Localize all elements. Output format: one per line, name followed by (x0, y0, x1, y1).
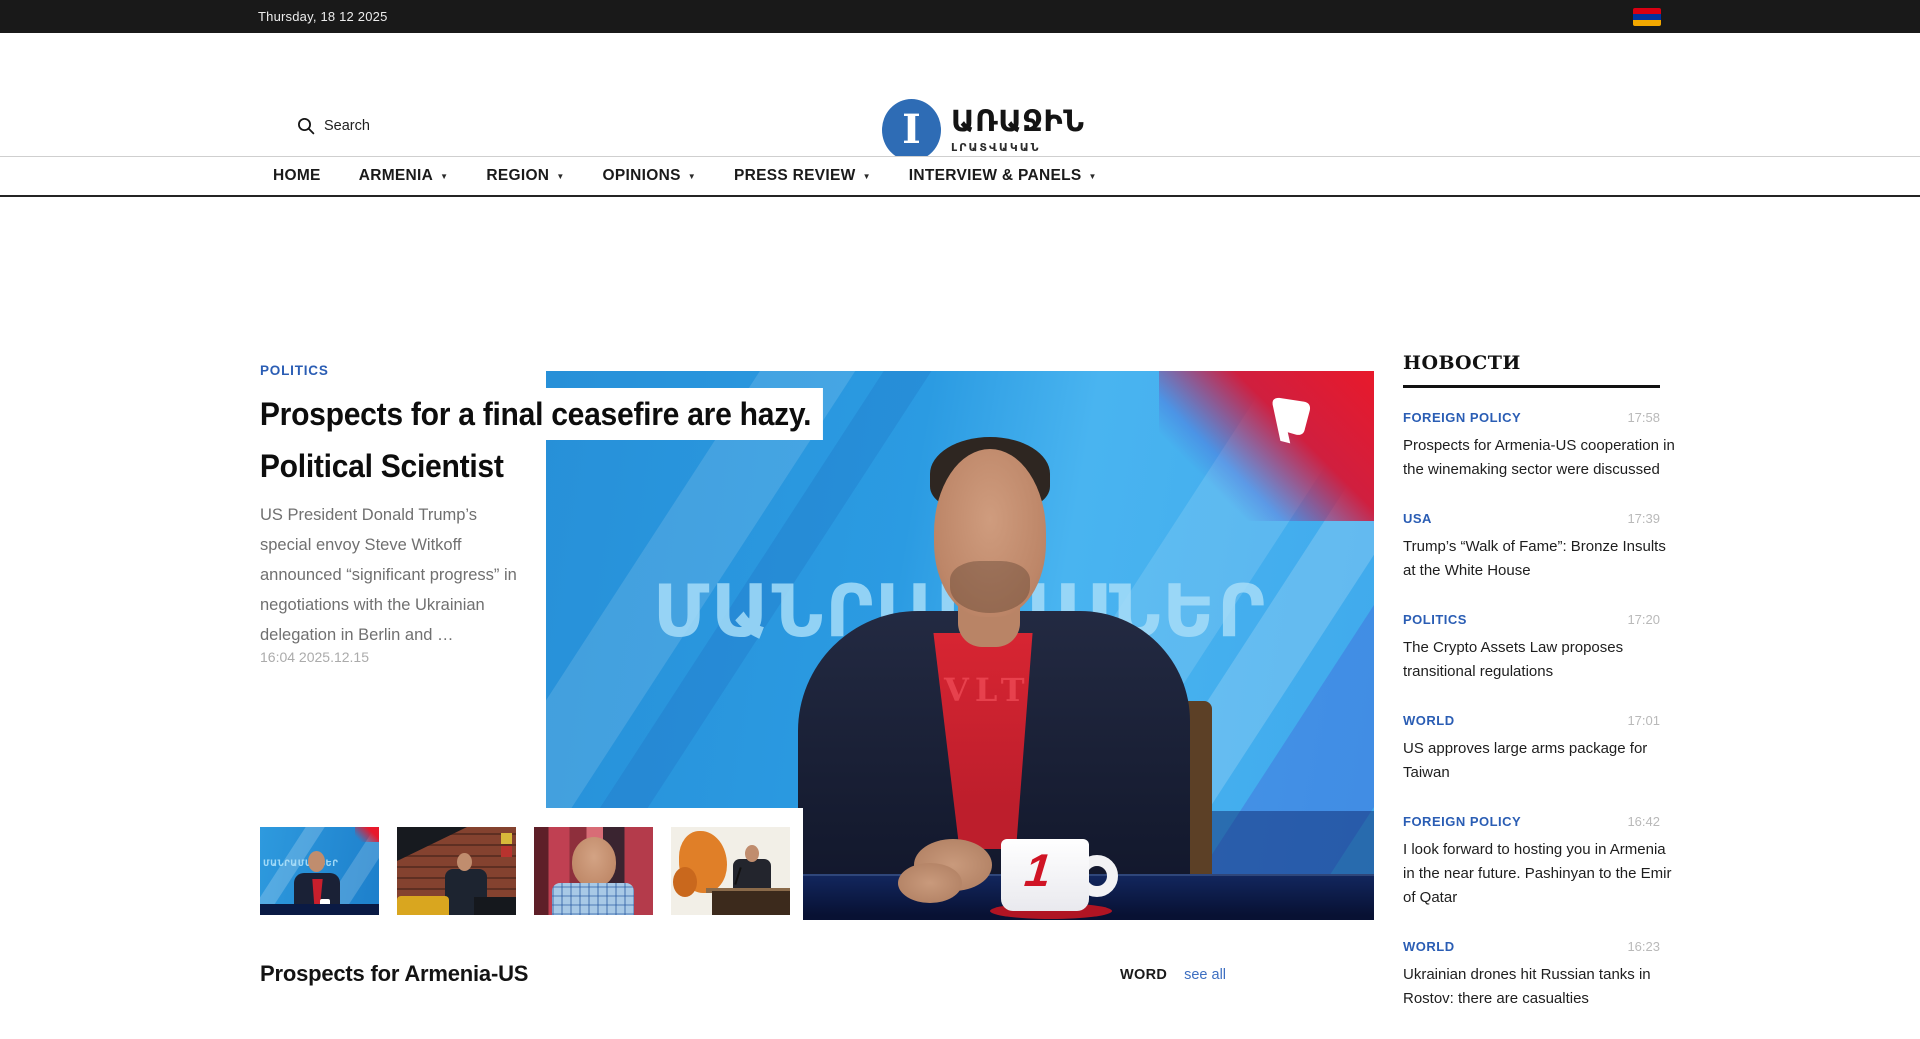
nav-label: INTERVIEW & PANELS (909, 167, 1082, 185)
hero-title[interactable]: Prospects for a final ceasefire are hazy… (258, 388, 859, 492)
nav-item-interview-panels[interactable]: INTERVIEW & PANELS ▼ (909, 167, 1097, 185)
news-item: FOREIGN POLICY 17:58 Prospects for Armen… (1403, 409, 1660, 482)
news-item: FOREIGN POLICY 16:42 I look forward to h… (1403, 813, 1660, 910)
thumb2-shadow (474, 897, 516, 915)
news-category-link[interactable]: WORLD (1403, 939, 1455, 954)
nav-label: ARMENIA (359, 167, 433, 185)
thumb2-person-head (457, 853, 472, 871)
logo-letter: I (902, 110, 921, 150)
word-section-label[interactable]: WORD (1120, 967, 1167, 983)
thumb1-corner-badge (355, 827, 379, 842)
thumb1-desk (260, 904, 379, 915)
news-title-link[interactable]: US approves large arms package for Taiwa… (1403, 737, 1683, 785)
news-title-link[interactable]: Ukrainian drones hit Russian tanks in Ro… (1403, 963, 1683, 1011)
shirt-lettering: VLT (944, 671, 1031, 709)
news-time: 17:58 (1627, 410, 1660, 425)
thumbnail-1[interactable]: ՄԱՆՐԱՄԱՍՆԵՐ (260, 827, 379, 915)
nav-item-press-review[interactable]: PRESS REVIEW ▼ (734, 167, 871, 185)
chevron-down-icon: ▼ (863, 171, 871, 181)
guest-beard (950, 561, 1030, 613)
thumbnail-4[interactable] (671, 827, 790, 915)
channel-mug: 1 (1001, 839, 1089, 911)
channel-corner-badge (1159, 371, 1374, 521)
news-time: 17:39 (1627, 511, 1660, 526)
hero-title-line1: Prospects for a final ceasefire are hazy… (258, 388, 822, 440)
news-item: POLITICS 17:20 The Crypto Assets Law pro… (1403, 611, 1660, 684)
search-button[interactable]: Search (297, 117, 370, 135)
nav-label: PRESS REVIEW (734, 167, 856, 185)
thumb1-person-head (308, 851, 325, 872)
nav-item-opinions[interactable]: OPINIONS ▼ (603, 167, 696, 185)
news-list: FOREIGN POLICY 17:58 Prospects for Armen… (1403, 409, 1660, 1011)
thumb3-plaid-shirt (552, 883, 634, 915)
top-bar: Thursday, 18 12 2025 (0, 0, 1920, 33)
thumb3-person-head (572, 837, 616, 887)
news-title-link[interactable]: Prospects for Armenia-US cooperation in … (1403, 434, 1683, 482)
current-date: Thursday, 18 12 2025 (258, 9, 388, 24)
site-logo[interactable]: I ԱՌԱՋԻՆ ԼՐԱՏՎԱԿԱՆ (882, 99, 1084, 161)
news-title-link[interactable]: The Crypto Assets Law proposes transitio… (1403, 636, 1683, 684)
guest-hand (898, 863, 962, 903)
sidebar-title: НОВОСТИ (1403, 352, 1660, 374)
chevron-down-icon: ▼ (1089, 171, 1097, 181)
site-header: Search I ԱՌԱՋԻՆ ԼՐԱՏՎԱԿԱՆ (0, 33, 1920, 156)
word-section-header: WORD see all (1120, 967, 1226, 983)
channel-one-logo: 1 (1023, 847, 1053, 893)
news-time: 17:20 (1627, 612, 1660, 627)
thumbnail-3[interactable] (534, 827, 653, 915)
see-all-link[interactable]: see all (1184, 967, 1226, 983)
nav-label: OPINIONS (603, 167, 681, 185)
thumb4-orange-art (673, 867, 697, 897)
news-title-link[interactable]: Trump’s “Walk of Fame”: Bronze Insults a… (1403, 535, 1683, 583)
channel-flag-icon (1264, 393, 1314, 447)
thumbnail-2[interactable] (397, 827, 516, 915)
armenia-flag-icon[interactable] (1633, 8, 1661, 26)
nav-item-region[interactable]: REGION ▼ (486, 167, 564, 185)
news-sidebar: НОВОСТИ FOREIGN POLICY 17:58 Prospects f… (1403, 352, 1660, 1039)
news-category-link[interactable]: USA (1403, 511, 1432, 526)
sidebar-divider (1403, 385, 1660, 388)
news-item: WORLD 16:23 Ukrainian drones hit Russian… (1403, 938, 1660, 1011)
search-icon (297, 117, 315, 135)
logo-circle-icon: I (882, 99, 941, 161)
nav-item-home[interactable]: HOME (273, 167, 321, 185)
thumb4-podium (712, 891, 790, 915)
chevron-down-icon: ▼ (440, 171, 448, 181)
news-category-link[interactable]: FOREIGN POLICY (1403, 814, 1521, 829)
thumb1-show-text: ՄԱՆՐԱՄԱՍՆԵՐ (263, 859, 338, 869)
logo-title: ԱՌԱՋԻՆ (951, 106, 1084, 136)
logo-subtitle: ԼՐԱՏՎԱԿԱՆ (951, 141, 1084, 154)
hero-title-line2: Political Scientist (258, 440, 515, 492)
main-navigation: HOME ARMENIA ▼ REGION ▼ OPINIONS ▼ PRESS… (0, 156, 1920, 197)
thumb2-red-panel (501, 846, 512, 857)
news-time: 17:01 (1627, 713, 1660, 728)
nav-label: HOME (273, 167, 321, 185)
nav-label: REGION (486, 167, 549, 185)
hero-category-link[interactable]: POLITICS (260, 363, 329, 378)
chevron-down-icon: ▼ (556, 171, 564, 181)
news-category-link[interactable]: FOREIGN POLICY (1403, 410, 1521, 425)
nav-item-armenia[interactable]: ARMENIA ▼ (359, 167, 449, 185)
hero-timestamp: 16:04 2025.12.15 (260, 649, 369, 665)
news-category-link[interactable]: POLITICS (1403, 612, 1467, 627)
thumb2-yellow-couch (397, 896, 449, 915)
news-category-link[interactable]: WORLD (1403, 713, 1455, 728)
chevron-down-icon: ▼ (688, 171, 696, 181)
news-time: 16:23 (1627, 939, 1660, 954)
thumb2-yellow-panel (501, 833, 512, 844)
news-item: USA 17:39 Trump’s “Walk of Fame”: Bronze… (1403, 510, 1660, 583)
news-time: 16:42 (1627, 814, 1660, 829)
flag-stripe-orange (1633, 20, 1661, 26)
thumb4-person-head (745, 845, 759, 862)
search-label: Search (324, 118, 370, 134)
next-article-heading[interactable]: Prospects for Armenia-US (260, 961, 528, 987)
news-item: WORLD 17:01 US approves large arms packa… (1403, 712, 1660, 785)
hero-excerpt: US President Donald Trump’s special envo… (260, 500, 560, 650)
news-title-link[interactable]: I look forward to hosting you in Armenia… (1403, 838, 1683, 910)
